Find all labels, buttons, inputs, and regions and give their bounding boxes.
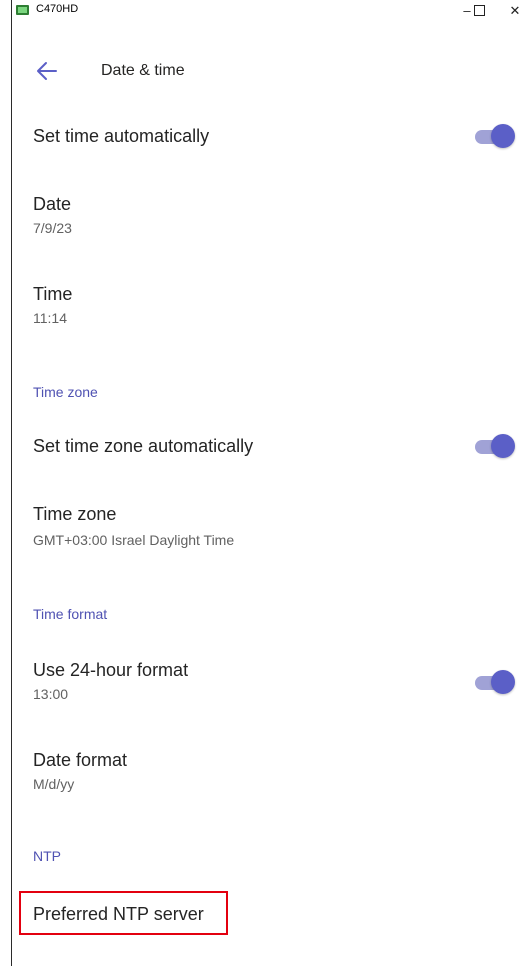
setting-row-use-24-hour-format[interactable]: Use 24-hour format 13:00 <box>12 650 530 710</box>
highlight-box <box>19 891 228 935</box>
toggle-thumb <box>491 434 515 458</box>
setting-title: Set time automatically <box>33 126 210 146</box>
section-header-time-zone: Time zone <box>33 384 98 400</box>
app-window: C470HD – ✕ Date & time Set time automati… <box>0 0 530 966</box>
setting-row-set-time-automatically[interactable]: Set time automatically <box>12 114 530 160</box>
setting-title: Time zone <box>33 504 117 524</box>
close-icon: ✕ <box>509 2 521 18</box>
setting-row-time-zone[interactable]: Time zone GMT+03:00 Israel Daylight Time <box>12 496 530 556</box>
setting-value: M/d/yy <box>33 776 75 792</box>
page-header: Date & time <box>12 44 530 100</box>
maximize-button[interactable] <box>462 0 496 21</box>
set-time-automatically-toggle[interactable] <box>475 124 517 148</box>
setting-value: 7/9/23 <box>33 220 72 236</box>
setting-value: 13:00 <box>33 686 69 702</box>
setting-row-set-time-zone-automatically[interactable]: Set time zone automatically <box>12 426 530 472</box>
setting-title: Date format <box>33 750 128 770</box>
set-time-zone-automatically-toggle[interactable] <box>475 434 517 458</box>
arrow-left-icon[interactable] <box>34 58 60 84</box>
maximize-icon <box>473 5 485 16</box>
toggle-thumb <box>491 124 515 148</box>
setting-title: Date <box>33 194 72 214</box>
setting-title: Time <box>33 284 73 304</box>
setting-value: GMT+03:00 Israel Daylight Time <box>33 532 235 548</box>
setting-row-time[interactable]: Time 11:14 <box>12 276 530 336</box>
setting-row-date-format[interactable]: Date format M/d/yy <box>12 740 530 800</box>
use-24-hour-format-toggle[interactable] <box>475 670 517 694</box>
window-title: C470HD <box>36 3 79 15</box>
section-header-time-format: Time format <box>33 606 108 622</box>
title-bar: C470HD – ✕ <box>12 0 530 21</box>
setting-value: 11:14 <box>33 310 67 326</box>
setting-title: Use 24-hour format <box>33 660 189 680</box>
app-icon <box>16 5 29 15</box>
close-button[interactable]: ✕ <box>500 0 530 21</box>
section-header-ntp: NTP <box>33 848 61 864</box>
page-title: Date & time <box>101 62 185 79</box>
setting-title: Set time zone automatically <box>33 436 254 456</box>
setting-row-date[interactable]: Date 7/9/23 <box>12 186 530 246</box>
toggle-thumb <box>491 670 515 694</box>
